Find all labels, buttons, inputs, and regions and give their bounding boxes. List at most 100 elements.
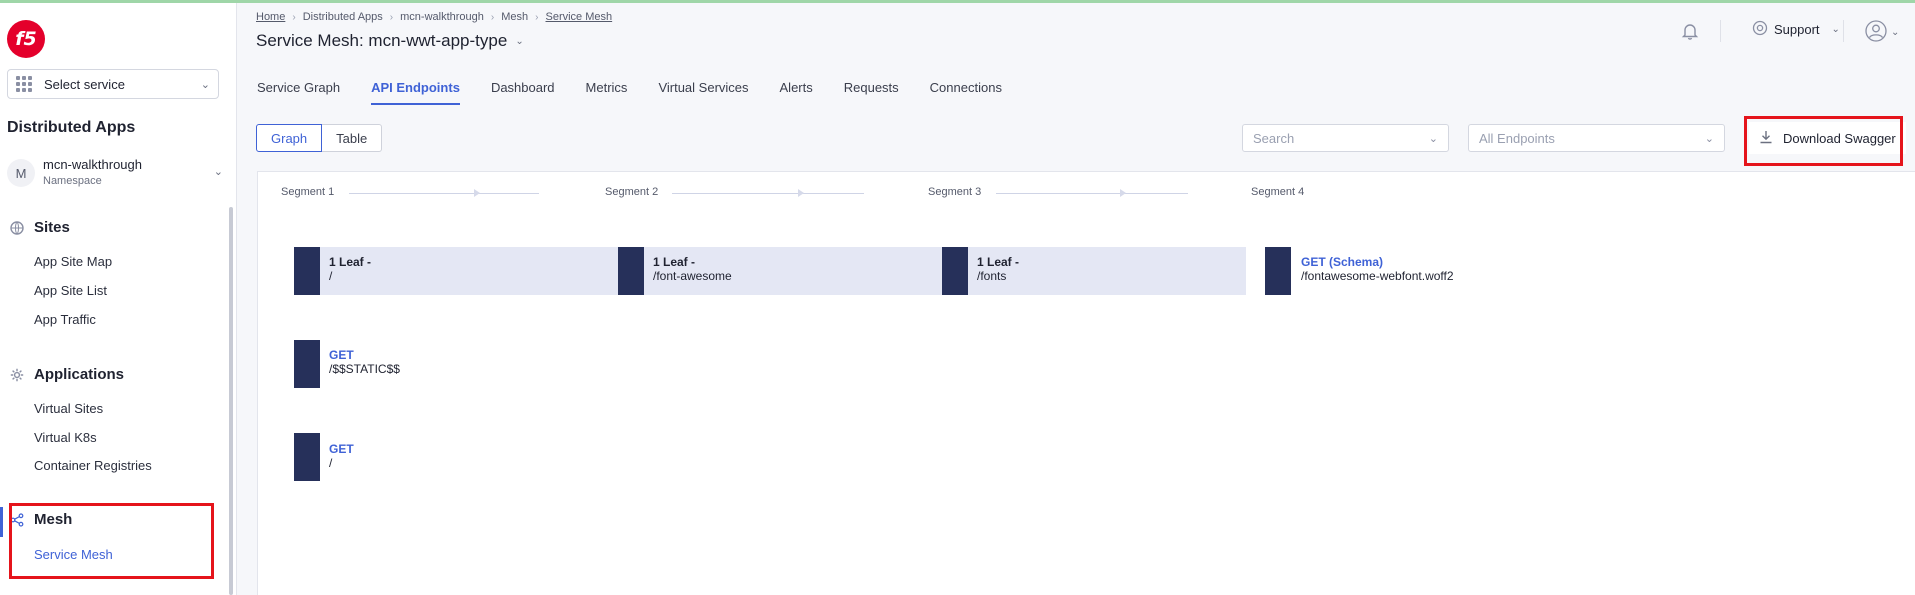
sidebar-item-virtual-k8s[interactable]: Virtual K8s [34,430,97,445]
segment-label: Segment 3 [928,186,982,198]
chevron-down-icon: ⌄ [515,35,524,47]
endpoint-node-label[interactable]: GET /$$STATIC$$ [329,348,400,376]
endpoint-node[interactable] [294,340,320,388]
endpoint-method: GET [329,442,354,456]
sidebar-section-label: Sites [34,219,70,236]
page-title-text: Service Mesh: mcn-wwt-app-type [256,31,508,50]
graph-view-button[interactable]: Graph [256,124,323,152]
user-menu[interactable]: ⌄ [1865,20,1899,45]
tab-service-graph[interactable]: Service Graph [257,80,340,105]
endpoint-method: 1 Leaf - [653,255,696,269]
tab-requests[interactable]: Requests [844,80,899,105]
chevron-right-icon: › [490,11,495,23]
highlight-box-download [1744,116,1903,166]
header-divider [1720,20,1721,42]
endpoint-node[interactable] [294,433,320,481]
arrow-icon [1120,189,1126,197]
endpoints-filter-select[interactable]: All Endpoints ⌄ [1468,124,1725,152]
active-section-indicator [0,507,3,537]
sidebar-item-container-registries[interactable]: Container Registries [34,458,152,473]
select-service-dropdown[interactable]: Select service ⌄ [7,69,219,99]
namespace-name: mcn-walkthrough [43,157,142,172]
endpoint-path: /fonts [977,269,1007,283]
endpoint-node[interactable] [618,247,644,295]
namespace-label: Namespace [43,175,102,187]
endpoint-method: 1 Leaf - [977,255,1020,269]
search-select[interactable]: Search ⌄ [1242,124,1449,152]
endpoint-node[interactable] [294,247,320,295]
arrow-icon [798,189,804,197]
segment-connector [996,193,1188,194]
tab-dashboard[interactable]: Dashboard [491,80,555,105]
breadcrumb-service-mesh[interactable]: Service Mesh [546,11,613,23]
breadcrumb: Home › Distributed Apps › mcn-walkthroug… [256,11,612,23]
endpoint-node-label[interactable]: 1 Leaf - /font-awesome [653,255,732,283]
select-service-label: Select service [44,76,125,92]
endpoint-method: GET [329,348,354,362]
endpoint-node[interactable] [1265,247,1291,295]
chevron-right-icon: › [292,11,296,23]
breadcrumb-home[interactable]: Home [256,11,285,23]
header-divider [1843,20,1844,42]
endpoint-path: / [329,456,333,470]
breadcrumb-namespace[interactable]: mcn-walkthrough [400,11,484,23]
segment-connector [349,193,539,194]
endpoint-node-label[interactable]: GET (Schema) /fontawesome-webfont.woff2 [1301,255,1454,283]
arrow-icon [474,189,480,197]
endpoint-node-label[interactable]: 1 Leaf - /fonts [977,255,1019,283]
gear-icon [10,368,24,382]
chevron-down-icon: ⌄ [1831,24,1840,35]
sidebar-item-virtual-sites[interactable]: Virtual Sites [34,401,103,416]
endpoint-path-row [294,247,1246,295]
endpoint-method: GET (Schema) [1301,255,1384,269]
tab-connections[interactable]: Connections [930,80,1002,105]
tab-api-endpoints[interactable]: API Endpoints [371,80,460,105]
namespace-selector[interactable]: M mcn-walkthrough Namespace ⌄ [7,155,227,191]
tab-virtual-services[interactable]: Virtual Services [658,80,748,105]
endpoint-path: /font-awesome [653,269,732,283]
segment-label: Segment 2 [605,186,659,198]
notifications-bell-icon[interactable] [1680,20,1702,42]
chevron-down-icon: ⌄ [1428,132,1438,145]
endpoint-path: / [329,269,333,283]
support-label: Support [1774,22,1820,37]
segment-label: Segment 4 [1251,186,1305,198]
f5-logo[interactable]: f5 [7,20,45,58]
breadcrumb-mesh[interactable]: Mesh [501,11,528,23]
app-grid-icon [16,76,32,92]
globe-icon [10,220,24,235]
support-menu[interactable]: Support ⌄ [1752,20,1840,39]
sidebar-section-applications[interactable]: Applications [10,366,124,383]
tab-alerts[interactable]: Alerts [780,80,813,105]
endpoint-node[interactable] [942,247,968,295]
chevron-down-icon: ⌄ [1704,132,1714,145]
page-title[interactable]: Service Mesh: mcn-wwt-app-type ⌄ [256,31,524,51]
tab-metrics[interactable]: Metrics [586,80,628,105]
sidebar-section-sites[interactable]: Sites [10,219,70,236]
table-view-button[interactable]: Table [322,124,383,152]
endpoint-node-label[interactable]: 1 Leaf - / [329,255,371,283]
highlight-box-mesh [9,503,214,579]
endpoint-path: /$$STATIC$$ [329,362,400,376]
breadcrumb-distributed-apps[interactable]: Distributed Apps [303,11,383,23]
namespace-avatar: M [7,159,35,187]
top-accent-line [0,0,1915,3]
view-toggle: Graph Table [256,124,383,152]
endpoints-graph-panel: Segment 1 Segment 2 Segment 3 Segment 4 … [257,171,1915,595]
support-icon [1752,20,1768,39]
sidebar-item-app-site-map[interactable]: App Site Map [34,254,112,269]
chevron-down-icon: ⌄ [213,166,223,178]
tab-bar: Service Graph API Endpoints Dashboard Me… [257,80,1033,105]
user-avatar-icon [1865,20,1887,45]
chevron-down-icon: ⌄ [1891,27,1900,38]
sidebar-scrollbar[interactable] [229,207,233,595]
endpoint-node-label[interactable]: GET / [329,442,354,470]
sidebar-section-label: Applications [34,366,125,383]
chevron-down-icon: ⌄ [200,78,210,91]
segment-connector [672,193,864,194]
sidebar-item-app-traffic[interactable]: App Traffic [34,312,96,327]
sidebar-item-app-site-list[interactable]: App Site List [34,283,107,298]
chevron-right-icon: › [389,11,394,23]
sidebar-title: Distributed Apps [7,119,136,136]
endpoints-filter-value: All Endpoints [1479,130,1555,146]
